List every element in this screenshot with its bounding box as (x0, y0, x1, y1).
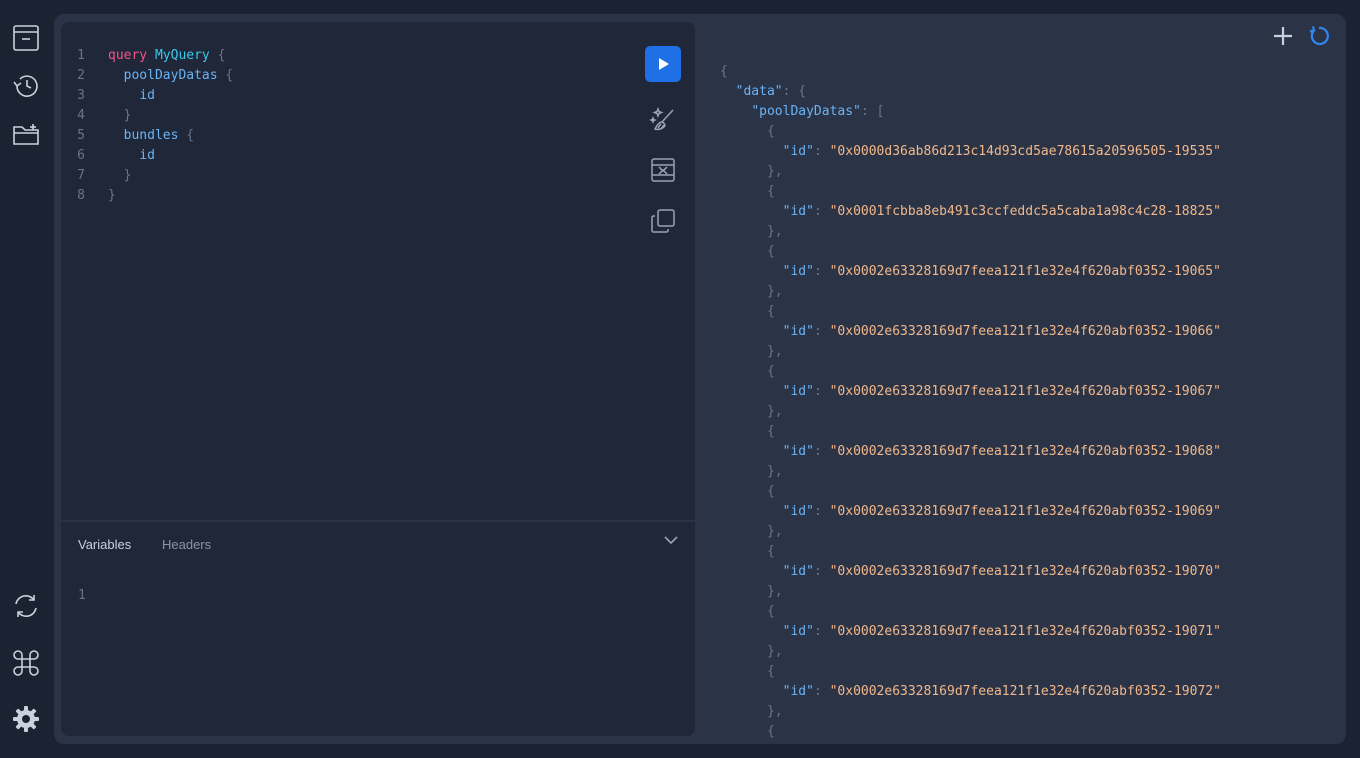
result-line: { (720, 64, 728, 79)
magic-wand-icon (649, 106, 674, 131)
settings-button[interactable] (10, 703, 42, 735)
shortcuts-icon (13, 650, 39, 676)
result-line: { (766, 544, 775, 559)
result-line: "id": "0x0001fcbba8eb491c3ccfeddc5a5caba… (782, 204, 1221, 219)
result-line: "id": "0x0002e63328169d7feea121f1e32e4f6… (782, 264, 1221, 279)
result-line: { (766, 124, 775, 139)
execute-query-button[interactable] (645, 46, 681, 82)
prettify-button[interactable] (648, 104, 678, 134)
code-line: 7 } (77, 168, 132, 183)
code-line: 3 id (77, 88, 155, 103)
result-line: { (766, 304, 775, 319)
result-line: "poolDayDatas": [ (751, 104, 885, 119)
refetch-schema-icon (15, 595, 37, 617)
tab-variables[interactable]: Variables (78, 537, 131, 552)
result-line: "id": "0x0002e63328169d7feea121f1e32e4f6… (782, 504, 1221, 519)
result-line: { (766, 484, 775, 499)
merge-icon (651, 158, 675, 182)
result-line: { (766, 244, 775, 259)
result-line: { (766, 364, 775, 379)
result-line: }, (766, 464, 783, 479)
code-line: 8} (77, 188, 116, 203)
result-line: }, (766, 524, 783, 539)
play-icon (659, 58, 669, 70)
code-line: 5 bundles { (77, 128, 195, 143)
result-line: { (766, 724, 775, 739)
result-items: { "id": "0x0000d36ab86d213c14d93cd5ae786… (720, 122, 1320, 742)
result-line: "id": "0x0002e63328169d7feea121f1e32e4f6… (782, 444, 1221, 459)
docs-icon (13, 25, 39, 51)
session-area: 1 query MyQuery { 2 poolDayDatas { 3 id 4… (54, 14, 1346, 744)
result-line: }, (766, 224, 783, 239)
result-line: "id": "0x0002e63328169d7feea121f1e32e4f6… (782, 324, 1221, 339)
refetch-schema-button[interactable] (10, 590, 42, 622)
editor-panel: 1 query MyQuery { 2 poolDayDatas { 3 id 4… (61, 22, 695, 736)
add-folder-icon (13, 124, 39, 145)
editor-tools-divider (61, 520, 695, 522)
result-line: { (766, 424, 775, 439)
tab-headers[interactable]: Headers (162, 537, 211, 552)
result-line: "id": "0x0002e63328169d7feea121f1e32e4f6… (782, 684, 1221, 699)
result-viewer: { "data": { "poolDayDatas": [ { "id": "0… (720, 62, 1320, 744)
history-icon (13, 75, 38, 97)
code-line: 1 query MyQuery { (77, 48, 226, 63)
result-line: }, (766, 164, 783, 179)
add-folder-button[interactable] (10, 119, 42, 151)
chevron-down-icon[interactable] (661, 530, 681, 550)
reset-button[interactable] (1305, 22, 1333, 50)
sidebar (0, 0, 54, 758)
plus-icon (1274, 27, 1292, 45)
result-line: }, (766, 584, 783, 599)
result-line: }, (766, 344, 783, 359)
result-line: "id": "0x0002e63328169d7feea121f1e32e4f6… (782, 564, 1221, 579)
variables-editor[interactable]: 1 (78, 588, 86, 603)
merge-fragments-button[interactable] (648, 155, 678, 185)
copy-icon (651, 209, 675, 233)
result-line: }, (766, 704, 783, 719)
shortcuts-button[interactable] (10, 647, 42, 679)
result-line: }, (766, 644, 783, 659)
code-line: 2 poolDayDatas { (77, 68, 234, 83)
result-line: "id": "0x0002e63328169d7feea121f1e32e4f6… (782, 624, 1221, 639)
result-line: { (766, 184, 775, 199)
result-line: { (766, 604, 775, 619)
add-tab-button[interactable] (1269, 22, 1297, 50)
result-line: }, (766, 284, 783, 299)
result-line: "id": "0x0002e63328169d7feea121f1e32e4f6… (782, 384, 1221, 399)
result-line: }, (766, 404, 783, 419)
code-line: 4 } (77, 108, 132, 123)
query-editor[interactable]: 1 query MyQuery { 2 poolDayDatas { 3 id 4… (61, 46, 621, 206)
code-line: 6 id (77, 148, 155, 163)
copy-query-button[interactable] (648, 206, 678, 236)
settings-icon (13, 706, 39, 732)
refresh-icon (1309, 26, 1329, 46)
history-button[interactable] (10, 70, 42, 102)
result-line: "id": "0x0000d36ab86d213c14d93cd5ae78615… (782, 144, 1221, 159)
docs-button[interactable] (10, 22, 42, 54)
result-line: "data": { (735, 84, 807, 99)
result-line: { (766, 664, 775, 679)
